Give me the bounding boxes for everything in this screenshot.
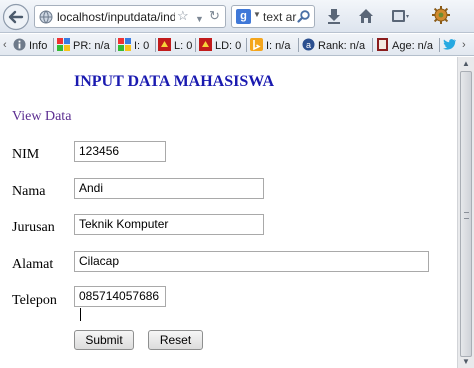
links-label: L: 0 xyxy=(174,40,193,52)
links-item[interactable]: L: 0 xyxy=(158,38,192,53)
jurusan-field[interactable]: Teknik Komputer xyxy=(74,214,264,235)
toolbar-separator xyxy=(195,38,196,52)
nim-label: NIM xyxy=(12,147,40,162)
bing-index-item[interactable]: I: n/a xyxy=(250,38,290,53)
dropdown-arrow-icon[interactable]: ▼ xyxy=(195,12,204,26)
domain-age-label: Age: n/a xyxy=(392,40,433,52)
linkdomains-icon xyxy=(199,38,212,51)
info-label: Info xyxy=(29,40,48,52)
submit-button[interactable]: Submit xyxy=(74,330,134,350)
search-input[interactable]: text ar xyxy=(263,10,297,24)
alexa-icon: a xyxy=(302,38,315,51)
magnifier-icon[interactable] xyxy=(297,10,310,23)
scroll-up-icon[interactable]: ▲ xyxy=(462,59,470,68)
info-icon xyxy=(13,38,26,51)
download-icon[interactable] xyxy=(326,8,342,24)
navigation-toolbar: localhost/inputdata/ind ☆ ▼ ↻ g ▼ text a… xyxy=(0,0,474,33)
twitter-icon[interactable] xyxy=(443,38,457,51)
vertical-scrollbar[interactable]: ▲ ▼ xyxy=(457,57,474,368)
reset-button[interactable]: Reset xyxy=(148,330,203,350)
jurusan-label: Jurusan xyxy=(12,220,55,235)
search-engine-icon[interactable]: g xyxy=(236,9,251,24)
nama-label: Nama xyxy=(12,184,46,199)
pagerank-label: PR: n/a xyxy=(73,40,110,52)
pagerank-item[interactable]: PR: n/a xyxy=(57,38,110,53)
info-button[interactable]: Info xyxy=(13,38,47,53)
menu-icon[interactable] xyxy=(391,8,409,24)
back-button[interactable] xyxy=(2,3,30,31)
star-icon[interactable]: ☆ xyxy=(177,9,189,23)
url-text[interactable]: localhost/inputdata/ind xyxy=(57,10,175,24)
scroll-down-icon[interactable]: ▼ xyxy=(462,357,470,366)
toolbar-separator xyxy=(155,38,156,52)
linkdomains-label: LD: 0 xyxy=(215,40,242,52)
globe-icon xyxy=(39,10,53,24)
addon-toolbar: ‹ Info PR: n/a I: 0 L: 0 LD: 0 I: n/a aR… xyxy=(0,34,474,56)
telepon-value: 085714057686 xyxy=(79,289,160,303)
google-icon xyxy=(57,38,70,51)
gear-icon[interactable] xyxy=(432,6,450,24)
nim-field[interactable]: 123456 xyxy=(74,141,166,162)
text-cursor xyxy=(80,308,81,321)
scroll-right-icon[interactable]: › xyxy=(462,38,466,52)
toolbar-separator xyxy=(53,38,54,52)
bing-index-label: I: n/a xyxy=(266,40,291,52)
view-data-link[interactable]: View Data xyxy=(12,109,71,125)
search-bar[interactable]: g ▼ text ar xyxy=(231,5,315,28)
indexed-label: I: 0 xyxy=(134,40,150,52)
scrollbar-grip xyxy=(464,212,469,219)
toolbar-separator xyxy=(246,38,247,52)
telepon-label: Telepon xyxy=(12,293,57,308)
nama-field[interactable]: Andi xyxy=(74,178,264,199)
search-engine-dropdown-icon[interactable]: ▼ xyxy=(253,10,261,19)
alexa-rank-label: Rank: n/a xyxy=(318,40,366,52)
alamat-field[interactable]: Cilacap xyxy=(74,251,429,272)
alamat-label: Alamat xyxy=(12,257,54,272)
home-icon[interactable] xyxy=(358,8,374,24)
toolbar-separator xyxy=(372,38,373,52)
bing-icon xyxy=(250,38,263,51)
alexa-rank-item[interactable]: a Rank: n/a xyxy=(302,38,365,53)
scroll-left-icon[interactable]: ‹ xyxy=(3,38,7,52)
linkdomains-item[interactable]: LD: 0 xyxy=(199,38,241,53)
reload-icon[interactable]: ↻ xyxy=(209,9,220,23)
links-icon xyxy=(158,38,171,51)
page-content: INPUT DATA MAHASISWA View Data NIM 12345… xyxy=(0,57,456,368)
domain-age-item[interactable]: Age: n/a xyxy=(376,38,433,53)
telepon-field[interactable]: 085714057686 xyxy=(74,286,166,321)
address-bar[interactable]: localhost/inputdata/ind ☆ ▼ ↻ xyxy=(34,5,226,28)
indexed-item[interactable]: I: 0 xyxy=(118,38,149,53)
google-index-icon xyxy=(118,38,131,51)
toolbar-separator xyxy=(298,38,299,52)
toolbar-separator xyxy=(439,38,440,52)
scrollbar-thumb[interactable] xyxy=(460,71,472,357)
svg-text:a: a xyxy=(306,40,311,50)
toolbar-separator xyxy=(115,38,116,52)
calendar-icon xyxy=(377,38,388,51)
page-title: INPUT DATA MAHASISWA xyxy=(74,73,275,90)
